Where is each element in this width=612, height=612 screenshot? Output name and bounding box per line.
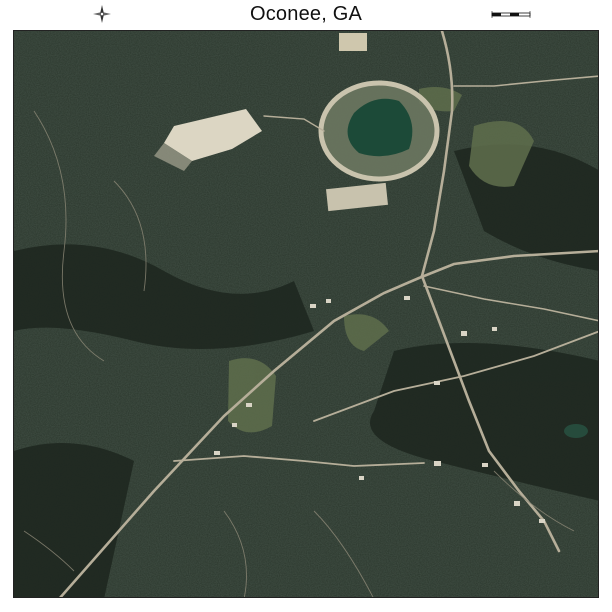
aerial-map[interactable] [13, 30, 599, 598]
map-header: Oconee, GA [0, 0, 612, 30]
aerial-imagery [14, 31, 598, 597]
clearing-north [339, 33, 367, 51]
scale-bar-icon [491, 11, 531, 18]
small-pond [564, 424, 588, 438]
oval-track [318, 80, 440, 182]
